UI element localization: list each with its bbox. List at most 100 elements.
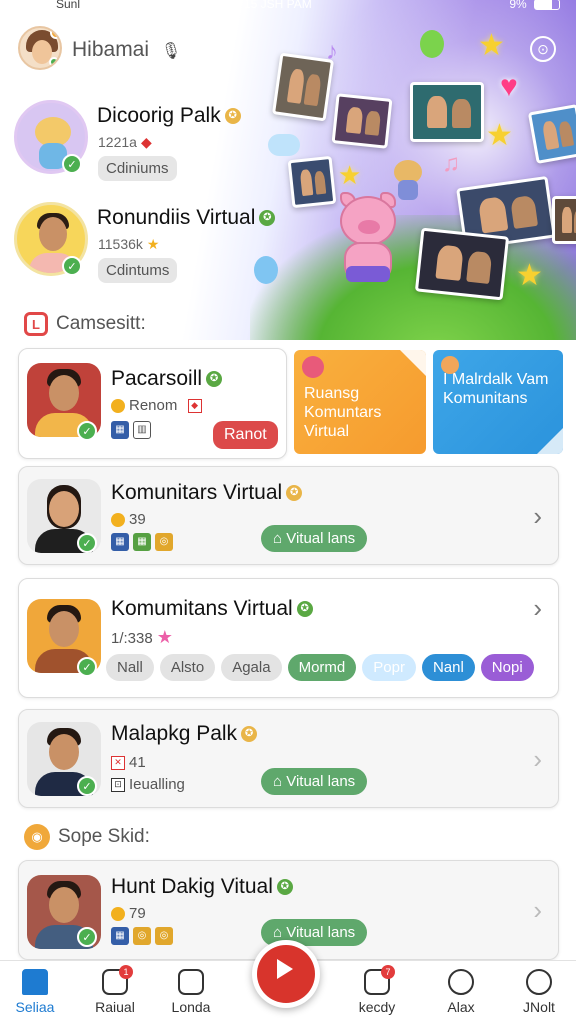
card-meta: 39 bbox=[111, 511, 146, 528]
hero-photo bbox=[527, 104, 576, 164]
card-name-text: Pacarsoill bbox=[111, 367, 203, 390]
home-icon bbox=[22, 969, 48, 995]
green-badge-icon: ✪ bbox=[259, 210, 276, 227]
gold-badge-icon: ✪ bbox=[224, 108, 241, 125]
tag[interactable]: Nopi bbox=[480, 654, 534, 681]
featured-count: 11536k bbox=[98, 236, 143, 252]
nav-raiual[interactable]: 1 Raiual bbox=[80, 965, 150, 1015]
building-icon: ⌂ bbox=[273, 530, 287, 547]
user-card[interactable]: ✓ Pacarsoill ✪ Renom ◆ ▦ ▥ Ranot bbox=[18, 348, 287, 459]
section-title: Camsesitt: bbox=[56, 313, 146, 334]
community-card[interactable]: ✓ Komunitars Virtual ✪ 39 ▦ ▦ ◎ ⌂ Vitual … bbox=[18, 466, 559, 565]
clock: 15 JSH PAM bbox=[244, 0, 312, 11]
carrier-label: Sunl bbox=[56, 0, 81, 11]
bear-mascot bbox=[392, 160, 424, 202]
nav-londa[interactable]: Londa bbox=[156, 969, 226, 1015]
verified-check-icon: ✓ bbox=[62, 154, 82, 174]
card-sub: Renom bbox=[129, 397, 178, 414]
emoji-icon bbox=[302, 356, 324, 378]
chevron-right-icon[interactable]: › bbox=[533, 501, 542, 532]
featured-user[interactable]: ✓ Ronundiis Virtual ✪ 11536k ★ Cdintums bbox=[14, 202, 354, 298]
building-icon: ⌂ bbox=[273, 773, 287, 790]
featured-count: 1221a bbox=[98, 134, 137, 150]
featured-name-text: Ronundiis Virtual bbox=[97, 206, 256, 229]
coin-icon bbox=[111, 907, 125, 922]
featured-name: Dicoorig Palk ✪ bbox=[97, 104, 241, 128]
tag[interactable]: Nall bbox=[106, 654, 154, 681]
nav-alax[interactable]: Alax bbox=[426, 969, 496, 1015]
star-icon: ★ bbox=[486, 119, 513, 152]
close-square-icon: ✕ bbox=[111, 756, 125, 771]
hero-photo bbox=[410, 82, 484, 142]
document-icon bbox=[178, 969, 204, 995]
badge-icon: ▦ bbox=[133, 533, 151, 551]
card-count: 39 bbox=[129, 511, 146, 528]
tag[interactable]: Agala bbox=[221, 654, 282, 681]
chat-icon: 7 bbox=[364, 965, 395, 995]
coin-icon bbox=[111, 513, 125, 528]
building-icon: ⌂ bbox=[273, 924, 287, 941]
profile-avatar[interactable] bbox=[18, 26, 62, 70]
app-title: Hibamai 🎙 bbox=[72, 38, 181, 62]
section-header: ◉ Sope Skid: bbox=[24, 824, 150, 850]
badge-icon: ◎ bbox=[155, 533, 173, 551]
flag-icon: ◆ bbox=[187, 399, 202, 414]
card-meta: 1/:338 ★ bbox=[111, 627, 173, 648]
featured-chip[interactable]: Cdiniums bbox=[98, 156, 177, 181]
star-icon: ★ bbox=[478, 29, 505, 62]
tag[interactable]: Nanl bbox=[421, 654, 475, 681]
card-name-text: Komumitans Virtual bbox=[111, 597, 293, 620]
promo-tile-blue[interactable]: I Malrdalk Vam Komunitans bbox=[433, 350, 563, 454]
microphone-icon[interactable]: 🎙 bbox=[161, 43, 181, 60]
promo-tile-orange[interactable]: Ruansg Komuntars Virtual bbox=[294, 350, 426, 454]
tag[interactable]: Alsto bbox=[159, 654, 216, 681]
chevron-right-icon[interactable]: › bbox=[533, 593, 542, 624]
hero-photo bbox=[414, 227, 510, 301]
virtual-button[interactable]: ⌂ Vitual lans bbox=[261, 768, 368, 795]
search-icon[interactable]: ⊙ bbox=[530, 36, 556, 62]
notification-badge: 1 bbox=[119, 965, 133, 979]
badge-icon: ◎ bbox=[133, 927, 151, 945]
action-button[interactable]: Ranot bbox=[213, 421, 278, 449]
hero-photo bbox=[552, 196, 576, 244]
virtual-button[interactable]: ⌂ Vitual lans bbox=[261, 525, 368, 552]
tag[interactable]: Popr bbox=[362, 654, 416, 681]
nav-label: Londa bbox=[171, 999, 211, 1015]
virtual-button-label: Vitual lans bbox=[286, 924, 356, 941]
online-indicator bbox=[49, 57, 59, 67]
gold-badge-icon: ✪ bbox=[241, 726, 258, 743]
card-sub-row: ⊡ Ieualling bbox=[111, 776, 185, 793]
promo-text: I Malrdalk Vam Komunitans bbox=[443, 371, 549, 407]
badge-icon: ▦ bbox=[111, 421, 129, 439]
chevron-right-icon[interactable]: › bbox=[533, 895, 542, 926]
card-count: 41 bbox=[129, 754, 146, 771]
nav-profile[interactable]: JNolt bbox=[504, 969, 574, 1015]
nav-home[interactable]: Seliaa bbox=[0, 969, 70, 1015]
card-name: Komunitars Virtual ✪ bbox=[111, 481, 303, 505]
nav-kecdy[interactable]: 7 kecdy bbox=[342, 965, 412, 1015]
card-icons: ▦ ◎ ◎ bbox=[111, 927, 173, 945]
tag-list: Nall Alsto Agala Mormd Popr Nanl Nopi bbox=[106, 654, 534, 681]
green-badge-icon: ✪ bbox=[206, 371, 223, 388]
go-live-button[interactable] bbox=[252, 940, 320, 1008]
users-icon bbox=[448, 969, 474, 995]
verified-check-icon: ✓ bbox=[77, 421, 97, 441]
card-icons: ▦ ▦ ◎ bbox=[111, 533, 173, 551]
emoji-icon bbox=[441, 356, 459, 374]
nav-label: kecdy bbox=[358, 999, 396, 1015]
virtual-button-label: Vitual lans bbox=[286, 773, 356, 790]
community-card[interactable]: ✓ Malapkg Palk ✪ ✕ 41 ⊡ Ieualling ⌂ Vitual … bbox=[18, 709, 559, 808]
verified-check-icon: ✓ bbox=[77, 927, 97, 947]
tag[interactable]: Mormd bbox=[287, 654, 357, 681]
nav-label: JNolt bbox=[523, 999, 555, 1015]
gold-badge-icon bbox=[50, 28, 60, 39]
eye-icon: ◉ bbox=[24, 824, 50, 850]
chevron-right-icon[interactable]: › bbox=[533, 744, 542, 775]
featured-user[interactable]: ✓ Dicoorig Palk ✪ 1221a ◆ Cdiniums bbox=[14, 100, 354, 196]
music-note-icon: ♪ bbox=[326, 38, 338, 65]
promo-text: Ruansg Komuntars Virtual bbox=[304, 385, 382, 440]
card-count: 1/:338 bbox=[111, 630, 153, 647]
calendar-icon: L bbox=[24, 312, 48, 336]
gold-badge-icon: ✪ bbox=[286, 485, 303, 502]
featured-chip[interactable]: Cdintums bbox=[98, 258, 178, 283]
